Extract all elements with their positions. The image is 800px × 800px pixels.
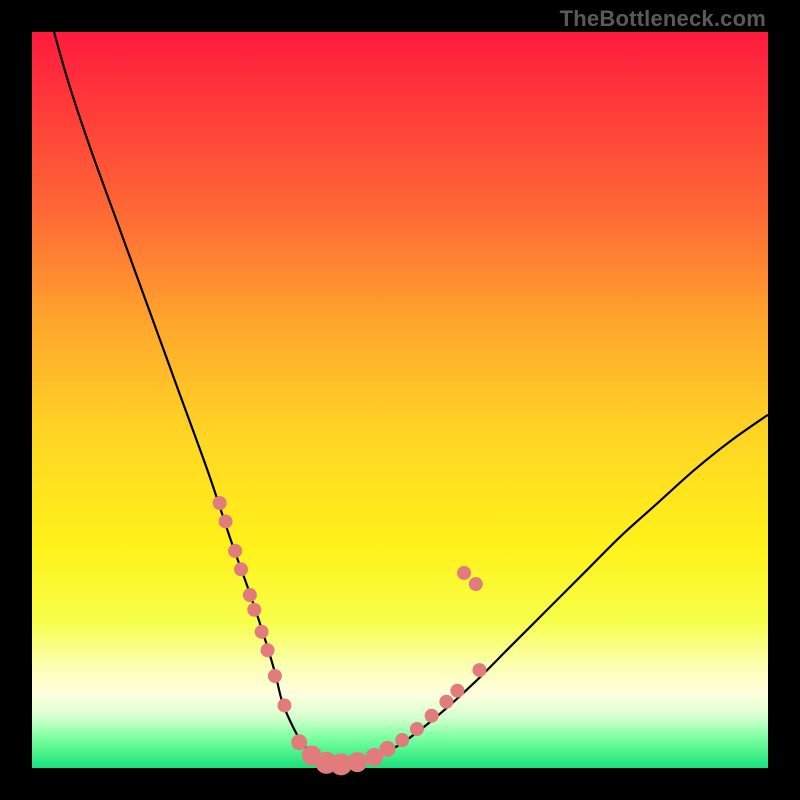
data-marker (268, 669, 282, 683)
data-marker (450, 684, 464, 698)
data-marker (247, 603, 261, 617)
chart-svg (32, 32, 768, 768)
data-marker (277, 698, 291, 712)
data-marker (219, 514, 233, 528)
data-marker (395, 733, 409, 747)
watermark-text: TheBottleneck.com (560, 6, 766, 32)
marker-group (213, 496, 487, 775)
data-marker (439, 695, 453, 709)
data-marker (291, 734, 307, 750)
data-marker (457, 566, 471, 580)
data-marker (234, 562, 248, 576)
data-marker (469, 577, 483, 591)
data-marker (213, 496, 227, 510)
data-marker (347, 752, 367, 772)
data-marker (472, 663, 486, 677)
data-marker (379, 741, 395, 757)
data-marker (228, 544, 242, 558)
data-marker (243, 588, 257, 602)
data-marker (425, 709, 439, 723)
data-marker (410, 722, 424, 736)
data-marker (261, 643, 275, 657)
chart-area (32, 32, 768, 768)
data-marker (255, 625, 269, 639)
bottleneck-curve (54, 32, 768, 765)
